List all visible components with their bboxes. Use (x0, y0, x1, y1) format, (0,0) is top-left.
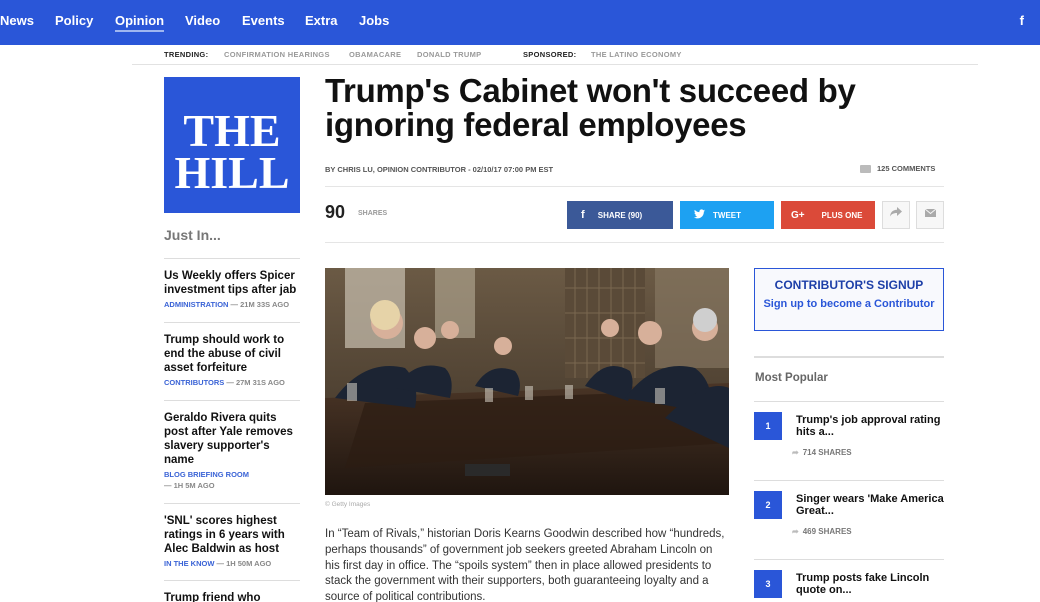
just-in-category[interactable]: IN THE KNOW (164, 559, 214, 568)
shares-count: 714 SHARES (802, 448, 852, 457)
trending-link[interactable]: OBAMACARE (349, 50, 401, 59)
just-in-time: — 1H 50M AGO (214, 559, 272, 568)
just-in-title[interactable]: 'SNL' scores highest ratings in 6 years … (164, 514, 300, 556)
rank-badge: 3 (754, 570, 782, 598)
rank-badge: 2 (754, 491, 782, 519)
list-item[interactable]: Trump friend who (164, 580, 300, 602)
just-in-time: — 1H 5M AGO (164, 481, 215, 490)
top-navigation: News Policy Opinion Video Events Extra J… (0, 0, 1040, 45)
just-in-category[interactable]: BLOG BRIEFING ROOM (164, 469, 300, 480)
nav-events[interactable]: Events (242, 13, 285, 28)
most-popular-shares: ➦ 714 SHARES (792, 448, 852, 457)
just-in-category[interactable]: CONTRIBUTORS (164, 378, 224, 387)
just-in-meta: IN THE KNOW — 1H 50M AGO (164, 558, 300, 569)
twitter-share-button[interactable]: TWEET (680, 201, 774, 229)
google-plus-share-label: PLUS ONE (821, 211, 863, 220)
just-in-meta: CONTRIBUTORS — 27M 31S AGO (164, 377, 300, 388)
comments-count: 125 COMMENTS (877, 164, 936, 173)
trending-label: TRENDING: (164, 50, 209, 59)
just-in-title[interactable]: Us Weekly offers Spicer investment tips … (164, 269, 300, 297)
just-in-title[interactable]: Geraldo Rivera quits post after Yale rem… (164, 411, 300, 467)
most-popular-item[interactable]: 1 Trump's job approval rating hits a... … (754, 401, 944, 479)
most-popular-shares: ➦ 469 SHARES (792, 527, 852, 536)
just-in-meta: ADMINISTRATION — 21M 33S AGO (164, 299, 300, 310)
most-popular-title[interactable]: Trump's job approval rating hits a... (796, 414, 944, 438)
rank-badge: 1 (754, 412, 782, 440)
facebook-icon[interactable]: f (1020, 13, 1024, 28)
article-photo[interactable] (325, 268, 729, 495)
article-body: In “Team of Rivals,” historian Doris Kea… (325, 528, 725, 602)
sponsored-link[interactable]: THE LATINO ECONOMY (591, 50, 682, 59)
logo-line: HILL (174, 147, 290, 198)
facebook-share-label: SHARE (90) (597, 211, 643, 220)
share-arrow-icon: ➦ (792, 527, 799, 536)
just-in-time: — 27M 31S AGO (224, 378, 285, 387)
divider (754, 356, 944, 358)
most-popular-title[interactable]: Trump posts fake Lincoln quote on... (796, 572, 944, 596)
share-count: 90 (325, 202, 346, 222)
nav-opinion[interactable]: Opinion (115, 13, 165, 32)
email-share-icon[interactable] (916, 201, 944, 229)
meeting-photo-illustration (325, 268, 729, 495)
article-byline[interactable]: BY CHRIS LU, OPINION CONTRIBUTOR - 02/10… (325, 165, 553, 174)
most-popular-title[interactable]: Singer wears 'Make America Great... (796, 493, 944, 517)
just-in-title[interactable]: Trump friend who (164, 591, 300, 602)
just-in-time: — 21M 33S AGO (228, 300, 290, 309)
contributor-signup-link[interactable]: Sign up to become a Contributor (755, 298, 943, 310)
most-popular-heading: Most Popular (755, 372, 828, 384)
just-in-meta: BLOG BRIEFING ROOM — 1H 5M AGO (164, 469, 300, 491)
divider (325, 242, 944, 243)
the-hill-logo[interactable]: THE HILL (164, 77, 300, 213)
comment-icon (860, 165, 871, 174)
just-in-heading: Just In... (164, 227, 221, 243)
nav-video[interactable]: Video (185, 13, 220, 28)
nav-policy[interactable]: Policy (55, 13, 93, 28)
most-popular-item[interactable]: 2 Singer wears 'Make America Great... ➦ 4… (754, 480, 944, 558)
comments-link[interactable]: 125 COMMENTS (860, 164, 936, 174)
article-headline: Trump's Cabinet won't succeed by ignorin… (325, 72, 856, 143)
most-popular-item[interactable]: 3 Trump posts fake Lincoln quote on... (754, 559, 944, 602)
contributor-signup-box[interactable]: CONTRIBUTOR'S SIGNUP Sign up to become a… (754, 268, 944, 331)
twitter-share-label: TWEET (713, 211, 741, 220)
list-item[interactable]: Geraldo Rivera quits post after Yale rem… (164, 400, 300, 503)
photo-credit: © Getty Images (325, 501, 371, 508)
share-count-label: SHARES (358, 210, 388, 217)
trending-link[interactable]: DONALD TRUMP (417, 50, 481, 59)
facebook-share-button[interactable]: f SHARE (90) (567, 201, 673, 229)
google-plus-share-button[interactable]: G+ PLUS ONE (781, 201, 875, 229)
trending-link[interactable]: CONFIRMATION HEARINGS (224, 50, 330, 59)
list-item[interactable]: Us Weekly offers Spicer investment tips … (164, 258, 300, 322)
just-in-title[interactable]: Trump should work to end the abuse of ci… (164, 333, 300, 375)
nav-extra[interactable]: Extra (305, 13, 338, 28)
just-in-category[interactable]: ADMINISTRATION (164, 300, 228, 309)
sponsored-label: SPONSORED: (523, 50, 577, 59)
list-item[interactable]: 'SNL' scores highest ratings in 6 years … (164, 503, 300, 580)
contributor-signup-heading: CONTRIBUTOR'S SIGNUP (774, 278, 924, 292)
trending-bar: TRENDING: CONFIRMATION HEARINGS OBAMACAR… (132, 45, 978, 65)
forward-share-icon[interactable] (882, 201, 910, 229)
logo-line: THE (183, 105, 281, 156)
list-item[interactable]: Trump should work to end the abuse of ci… (164, 322, 300, 400)
share-arrow-icon: ➦ (792, 448, 799, 457)
shares-count: 469 SHARES (802, 527, 852, 536)
nav-news[interactable]: News (0, 13, 34, 28)
divider (325, 186, 944, 187)
nav-jobs[interactable]: Jobs (359, 13, 389, 28)
